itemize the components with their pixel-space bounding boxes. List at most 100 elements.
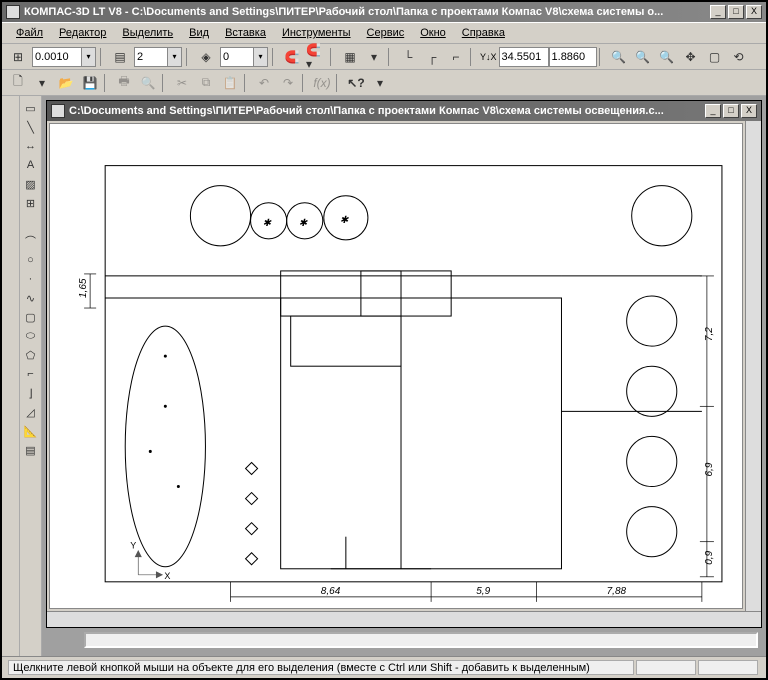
chamfer-tool-icon[interactable]: ◿ (22, 403, 40, 421)
statusbar: Щелкните левой кнопкой мыши на объекте д… (2, 656, 766, 678)
trim-tool-icon[interactable]: ⌐ (22, 365, 40, 383)
svg-text:X: X (164, 571, 170, 581)
dim-864: 8,64 (321, 586, 341, 597)
table-tool-icon[interactable]: ⊞ (22, 194, 40, 212)
measure-tool-icon[interactable]: 📐 (22, 422, 40, 440)
select-tool-icon[interactable]: ▭ (22, 99, 40, 117)
coord-y-input[interactable] (549, 47, 597, 67)
doc-close-button[interactable]: X (741, 104, 757, 118)
rotate-icon[interactable]: ⟲ (728, 46, 750, 68)
hatch-tool-icon[interactable]: ▨ (22, 175, 40, 193)
toolbar-1: ⊞ ▾ ▤ ▾ ◈ ▾ 🧲 🧲▾ ▦ ▾ └ ┌ ⌐ Y↓X 🔍 🔍 🔍 ✥ ▢… (2, 44, 766, 70)
menu-file[interactable]: Файл (8, 25, 51, 41)
layer-input[interactable] (134, 47, 168, 67)
pan-icon[interactable]: ✥ (680, 46, 702, 68)
doc-icon (51, 104, 65, 118)
snap-icon[interactable]: 🧲 (281, 46, 303, 68)
menu-select[interactable]: Выделить (114, 25, 181, 41)
grid-icon[interactable]: ▦ (339, 46, 361, 68)
cut-icon[interactable]: ✂ (171, 72, 193, 94)
snap-menu-icon[interactable]: 🧲▾ (305, 46, 327, 68)
copy-icon[interactable]: ⧉ (195, 72, 217, 94)
svg-text:✱: ✱ (263, 218, 272, 229)
ellipse-tool-icon[interactable]: ⬭ (22, 327, 40, 345)
drawing-canvas[interactable]: ✱ ✱ ✱ (49, 123, 743, 609)
grid-menu-icon[interactable]: ▾ (363, 46, 385, 68)
maximize-button[interactable]: □ (728, 5, 744, 19)
redo-icon[interactable]: ↷ (277, 72, 299, 94)
zoom-box-icon[interactable]: ▢ (704, 46, 726, 68)
new-menu-icon[interactable]: ▾ (31, 72, 53, 94)
zoom-out-icon[interactable]: 🔍 (632, 46, 654, 68)
status-cell-2 (636, 660, 696, 675)
property-panel[interactable] (84, 632, 758, 648)
state-input[interactable] (220, 47, 254, 67)
save-icon[interactable]: 💾 (79, 72, 101, 94)
titlebar[interactable]: КОМПАС-3D LT V8 - C:\Documents and Setti… (2, 2, 766, 22)
layer-combo[interactable]: ▾ (134, 47, 182, 67)
dim-165: 1,65 (78, 278, 89, 298)
circle-tool-icon[interactable]: ○ (22, 251, 40, 269)
ortho-icon[interactable]: └ (397, 46, 419, 68)
fillet-tool-icon[interactable]: ⌋ (22, 384, 40, 402)
coord-x-input[interactable] (499, 47, 549, 67)
doc-minimize-button[interactable]: _ (705, 104, 721, 118)
layer-icon[interactable]: ▤ (109, 46, 131, 68)
perp-icon[interactable]: ┌ (421, 46, 443, 68)
line-tool-icon[interactable]: ╲ (22, 118, 40, 136)
menu-view[interactable]: Вид (181, 25, 217, 41)
close-button[interactable]: X (746, 5, 762, 19)
horizontal-scrollbar[interactable] (47, 611, 761, 627)
step-input[interactable] (32, 47, 82, 67)
app-icon (6, 5, 20, 19)
spacer-icon (22, 213, 40, 231)
paste-icon[interactable]: 📋 (219, 72, 241, 94)
help-menu-icon[interactable]: ▾ (369, 72, 391, 94)
rect-tool-icon[interactable]: ▢ (22, 308, 40, 326)
step-combo[interactable]: ▾ (32, 47, 96, 67)
dim-69: 6,9 (704, 462, 715, 476)
menu-insert[interactable]: Вставка (217, 25, 274, 41)
vertical-scrollbar[interactable] (745, 121, 761, 611)
new-icon[interactable]: 🗋 (7, 72, 29, 94)
toolbar-2: 🗋 ▾ 📂 💾 🖶 🔍 ✂ ⧉ 📋 ↶ ↷ f(x) ↖? ▾ (2, 70, 766, 96)
menu-editor[interactable]: Редактор (51, 25, 114, 41)
doc-maximize-button[interactable]: □ (723, 104, 739, 118)
poly-tool-icon[interactable]: ⬠ (22, 346, 40, 364)
zoom-fit-icon[interactable]: 🔍 (656, 46, 678, 68)
preview-icon[interactable]: 🔍 (137, 72, 159, 94)
print-icon[interactable]: 🖶 (113, 72, 135, 94)
props-tool-icon[interactable]: ▤ (22, 441, 40, 459)
dim-59: 5,9 (476, 586, 490, 597)
menu-tools[interactable]: Инструменты (274, 25, 359, 41)
document-window: C:\Documents and Settings\ПИТЕР\Рабочий … (46, 100, 762, 628)
dim-72: 7,2 (704, 327, 715, 341)
fx-icon[interactable]: f(x) (311, 72, 333, 94)
menu-help[interactable]: Справка (454, 25, 513, 41)
doc-title: C:\Documents and Settings\ПИТЕР\Рабочий … (69, 105, 703, 117)
status-message: Щелкните левой кнопкой мыши на объекте д… (8, 660, 634, 675)
svg-text:✱: ✱ (340, 215, 349, 226)
svg-text:Y: Y (130, 541, 136, 551)
menubar[interactable]: Файл Редактор Выделить Вид Вставка Инстр… (2, 22, 766, 44)
app-title: КОМПАС-3D LT V8 - C:\Documents and Setti… (24, 6, 708, 18)
arc-tool-icon[interactable]: ⌒ (22, 232, 40, 250)
status-cell-3 (698, 660, 758, 675)
help-icon[interactable]: ↖? (345, 72, 367, 94)
minimize-button[interactable]: _ (710, 5, 726, 19)
open-icon[interactable]: 📂 (55, 72, 77, 94)
track-icon[interactable]: ⌐ (445, 46, 467, 68)
dim-tool-icon[interactable]: ↔ (22, 137, 40, 155)
zoom-in-icon[interactable]: 🔍 (608, 46, 630, 68)
grid-step-icon[interactable]: ⊞ (7, 46, 29, 68)
undo-icon[interactable]: ↶ (253, 72, 275, 94)
point-tool-icon[interactable]: · (22, 270, 40, 288)
text-tool-icon[interactable]: A (22, 156, 40, 174)
state-icon[interactable]: ◈ (195, 46, 217, 68)
state-combo[interactable]: ▾ (220, 47, 268, 67)
dim-788: 7,88 (607, 586, 627, 597)
spline-tool-icon[interactable]: ∿ (22, 289, 40, 307)
left-tabs[interactable] (2, 96, 20, 656)
menu-service[interactable]: Сервис (359, 25, 413, 41)
menu-window[interactable]: Окно (412, 25, 454, 41)
